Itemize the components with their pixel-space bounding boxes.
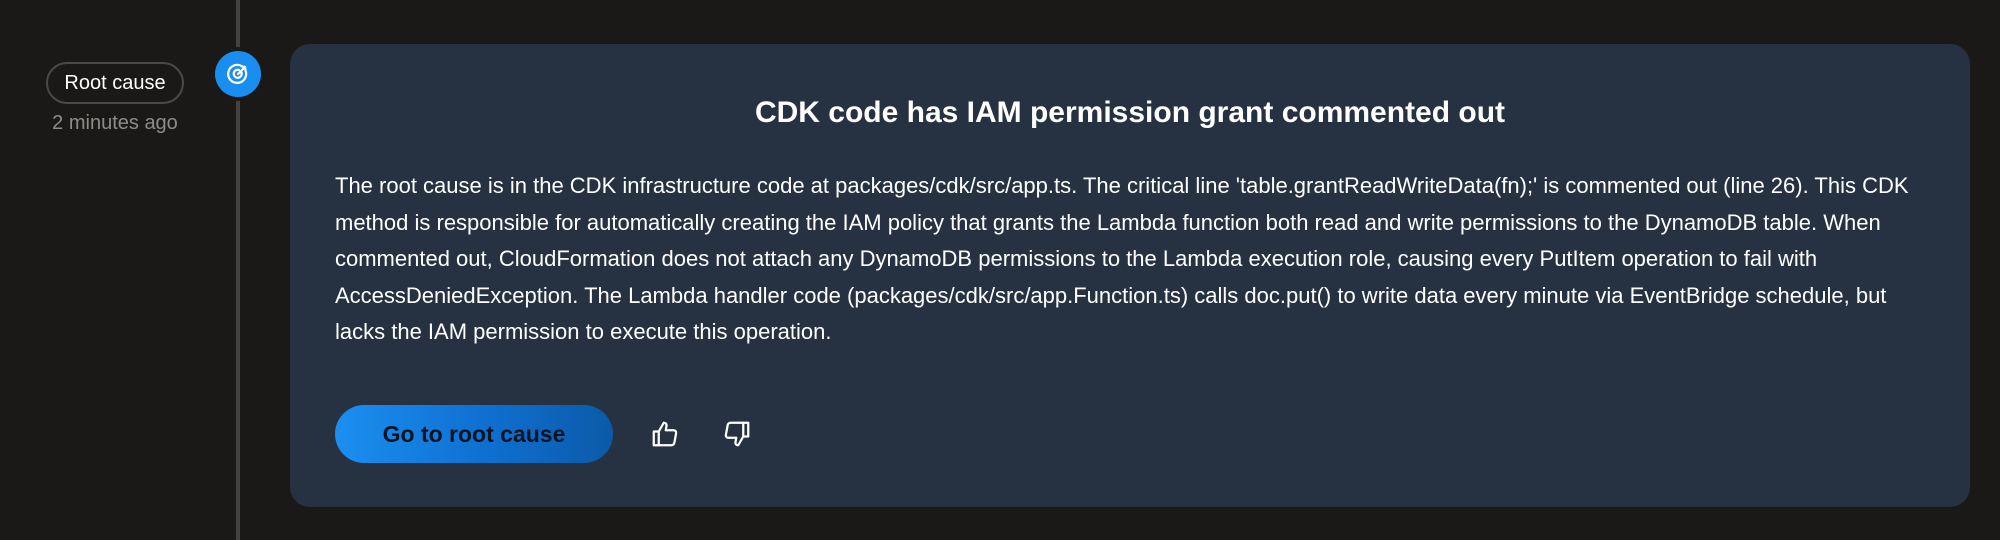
thumbs-up-button[interactable] <box>645 414 685 454</box>
root-cause-target-icon <box>215 51 261 97</box>
card-description: The root cause is in the CDK infrastruct… <box>335 173 1909 344</box>
thumbs-up-icon <box>652 421 678 447</box>
thumbs-down-button[interactable] <box>717 414 757 454</box>
timeline-meta: Root cause 2 minutes ago <box>40 62 190 135</box>
root-cause-card: CDK code has IAM permission grant commen… <box>290 44 1970 507</box>
card-title: CDK code has IAM permission grant commen… <box>754 96 1506 129</box>
root-cause-badge: Root cause <box>46 62 184 104</box>
timestamp: 2 minutes ago <box>52 112 178 134</box>
card-actions: Go to root cause <box>335 405 757 463</box>
thumbs-down-icon <box>724 421 750 447</box>
go-to-root-cause-button[interactable]: Go to root cause <box>335 405 613 463</box>
